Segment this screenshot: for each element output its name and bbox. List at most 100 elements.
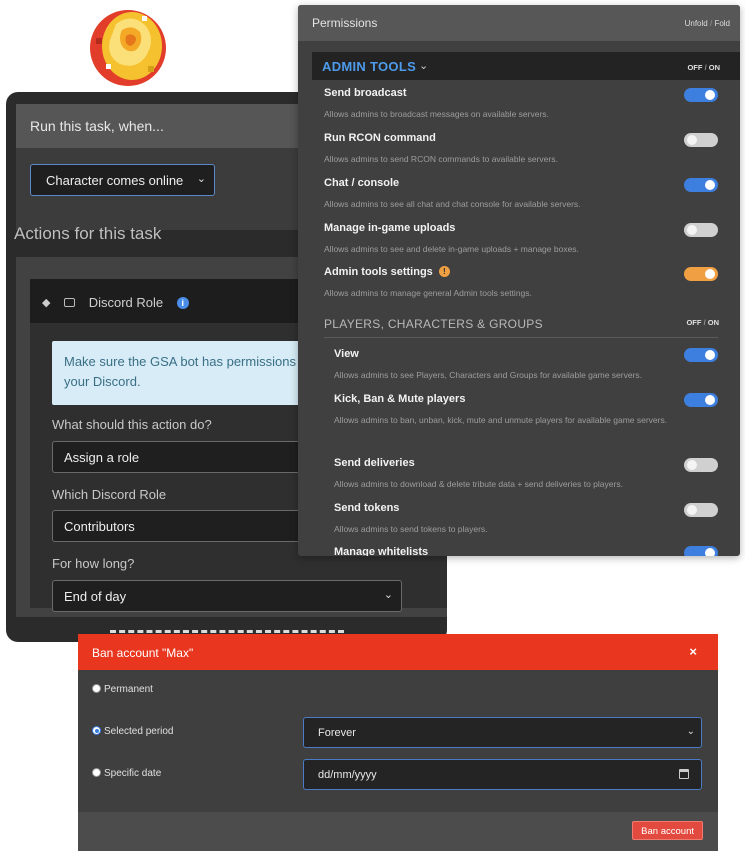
perm-desc: Allows admins to send RCON commands to a… — [324, 154, 558, 164]
perm-title: Send broadcast — [324, 87, 407, 99]
radio-permanent[interactable] — [92, 684, 101, 693]
period-select-value: Forever — [318, 727, 356, 739]
perm-send-tokens: Send tokens Allows admins to send tokens… — [334, 502, 740, 537]
perm-desc: Allows admins to manage general Admin to… — [324, 288, 532, 298]
admin-tools-title: ADMIN TOOLS — [322, 59, 417, 74]
chevron-down-icon: ⌄ — [686, 726, 695, 737]
toggle-view[interactable] — [684, 348, 718, 362]
option-permanent[interactable]: Permanent — [92, 684, 153, 695]
duration-label: For how long? — [52, 556, 135, 571]
option-specific-date[interactable]: Specific date — [92, 768, 161, 779]
toggle-run-rcon[interactable] — [684, 133, 718, 147]
discord-role-value: Contributors — [64, 519, 135, 534]
toggle-kick-ban-mute[interactable] — [684, 393, 718, 407]
perm-title: Chat / console — [324, 177, 400, 189]
chevron-down-icon[interactable]: ⌄ — [419, 59, 428, 72]
separator: / — [704, 63, 707, 72]
duration-value: End of day — [64, 589, 127, 604]
rose-logo-icon — [90, 10, 166, 86]
fold-link[interactable]: Fold — [714, 19, 730, 28]
unfold-fold-controls: Unfold / Fold — [685, 19, 730, 28]
perm-title: Send tokens — [334, 502, 400, 514]
perm-manage-uploads: Manage in-game uploads Allows admins to … — [324, 222, 740, 257]
info-icon[interactable]: i — [176, 296, 189, 309]
off-label: OFF — [687, 63, 703, 72]
perm-title: Send deliveries — [334, 457, 415, 469]
radio-selected-period[interactable] — [92, 726, 101, 735]
perm-desc: Allows admins to send tokens to players. — [334, 524, 488, 534]
perm-desc: Allows admins to see Players, Characters… — [334, 370, 643, 380]
toggle-manage-uploads[interactable] — [684, 223, 718, 237]
perm-title: Admin tools settings — [324, 266, 433, 278]
perm-admin-tools-settings: Admin tools settings! Allows admins to m… — [324, 266, 740, 301]
admin-tools-header[interactable]: ADMIN TOOLS ⌄ OFF / ON — [312, 52, 740, 80]
trigger-select[interactable]: Character comes online ⌄ — [30, 164, 215, 196]
section-divider — [324, 337, 718, 338]
ban-modal-header: Ban account "Max" × — [78, 634, 718, 670]
perm-chat-console: Chat / console Allows admins to see all … — [324, 177, 740, 212]
date-placeholder: dd/mm/yyyy — [318, 769, 377, 781]
perm-send-broadcast: Send broadcast Allows admins to broadcas… — [324, 87, 740, 122]
toggle-send-broadcast[interactable] — [684, 88, 718, 102]
perm-title-row: Admin tools settings! — [324, 266, 740, 278]
warning-icon[interactable]: ! — [438, 266, 450, 277]
toggle-manage-whitelists[interactable] — [684, 546, 718, 556]
perm-send-deliveries: Send deliveries Allows admins to downloa… — [334, 457, 740, 492]
ban-modal-title: Ban account "Max" — [92, 646, 194, 660]
players-section-title: PLAYERS, CHARACTERS & GROUPS — [324, 317, 543, 331]
chevron-down-icon: ⌄ — [196, 173, 206, 185]
option-label: Selected period — [104, 726, 174, 737]
actions-title: Actions for this task — [14, 224, 162, 243]
toggle-send-deliveries[interactable] — [684, 458, 718, 472]
on-label: ON — [707, 318, 719, 327]
unfold-link[interactable]: Unfold — [685, 19, 708, 28]
perm-title: View — [334, 348, 359, 360]
off-label: OFF — [686, 318, 702, 327]
option-selected-period[interactable]: Selected period — [92, 726, 174, 737]
toggle-send-tokens[interactable] — [684, 503, 718, 517]
trigger-select-value: Character comes online — [46, 173, 184, 188]
date-input[interactable]: dd/mm/yyyy — [303, 759, 702, 790]
perm-desc: Allows admins to download & delete tribu… — [334, 479, 623, 489]
sort-handle-icon[interactable]: ◆ — [42, 296, 50, 309]
players-off-on[interactable]: OFF / ON — [686, 318, 719, 327]
action-name: Discord Role — [88, 295, 164, 311]
radio-specific-date[interactable] — [92, 768, 101, 777]
action-type-label: What should this action do? — [52, 417, 212, 432]
perm-run-rcon: Run RCON command Allows admins to send R… — [324, 132, 740, 167]
discord-role-label: Which Discord Role — [52, 487, 167, 502]
separator: / — [709, 19, 713, 28]
perm-title: Kick, Ban & Mute players — [334, 393, 466, 405]
option-label: Specific date — [104, 768, 162, 779]
perm-desc: Allows admins to broadcast messages on a… — [324, 109, 549, 119]
period-select[interactable]: Forever ⌄ — [303, 717, 702, 748]
perm-title: Manage whitelists — [334, 546, 429, 556]
ban-modal-footer: Ban account — [78, 812, 718, 851]
perm-title: Run RCON command — [324, 132, 436, 144]
duration-select[interactable]: End of day ⌄ — [52, 580, 402, 612]
close-icon[interactable]: × — [689, 644, 697, 659]
separator: / — [703, 318, 706, 327]
on-label: ON — [708, 63, 720, 72]
perm-title: Manage in-game uploads — [324, 222, 456, 234]
toggle-admin-tools-settings[interactable] — [684, 267, 718, 281]
drop-zone-divider — [110, 630, 344, 633]
permissions-panel: Permissions Unfold / Fold ADMIN TOOLS ⌄ … — [298, 5, 740, 556]
admin-tools-off-on[interactable]: OFF / ON — [687, 63, 720, 72]
perm-desc: Allows admins to see all chat and chat c… — [324, 199, 581, 209]
perm-kick-ban-mute: Kick, Ban & Mute players Allows admins t… — [334, 393, 740, 428]
calendar-icon[interactable] — [679, 769, 689, 779]
perm-desc: Allows admins to see and delete in-game … — [324, 244, 579, 254]
permissions-title: Permissions — [312, 16, 378, 30]
perm-view: View Allows admins to see Players, Chara… — [334, 348, 740, 383]
perm-manage-whitelists: Manage whitelists — [334, 546, 740, 556]
permissions-header: Permissions Unfold / Fold — [298, 5, 740, 41]
perm-desc: Allows admins to ban, unban, kick, mute … — [334, 415, 668, 425]
action-type-value: Assign a role — [64, 450, 140, 465]
ban-account-modal: Ban account "Max" × Permanent Selected p… — [78, 634, 718, 851]
ban-account-button[interactable]: Ban account — [632, 821, 703, 840]
option-label: Permanent — [104, 684, 153, 695]
toggle-chat-console[interactable] — [684, 178, 718, 192]
chevron-down-icon: ⌄ — [383, 589, 393, 601]
discord-icon — [64, 298, 76, 308]
